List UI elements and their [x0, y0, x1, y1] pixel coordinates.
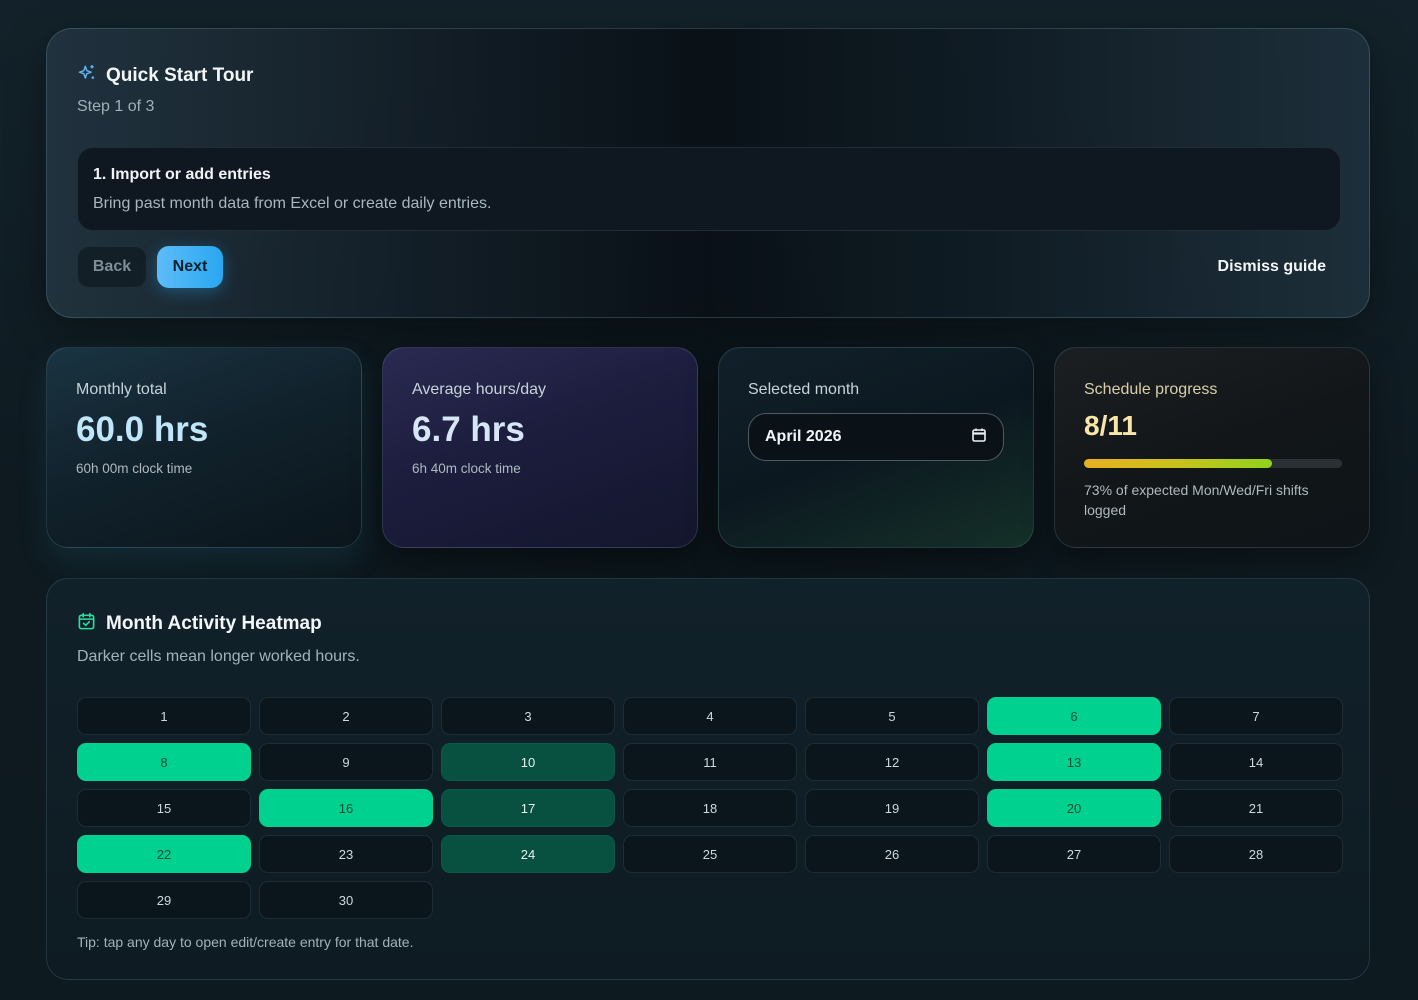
calendar-check-icon [77, 612, 96, 636]
heatmap-day-cell[interactable]: 28 [1169, 835, 1343, 873]
heatmap-day-cell[interactable]: 16 [259, 789, 433, 827]
heatmap-day-cell[interactable]: 27 [987, 835, 1161, 873]
heatmap-day-cell[interactable]: 23 [259, 835, 433, 873]
heatmap-day-cell[interactable]: 14 [1169, 743, 1343, 781]
heatmap-day-cell[interactable]: 1 [77, 697, 251, 735]
heatmap-day-cell[interactable]: 30 [259, 881, 433, 919]
heatmap-day-cell[interactable]: 13 [987, 743, 1161, 781]
step-title: 1. Import or add entries [93, 166, 271, 183]
heatmap-day-cell[interactable]: 10 [441, 743, 615, 781]
tour-header: Quick Start Tour [77, 63, 253, 88]
tour-step-indicator: Step 1 of 3 [77, 98, 155, 115]
monthly-total-label: Monthly total [76, 381, 167, 398]
heatmap-day-cell[interactable]: 15 [77, 789, 251, 827]
heatmap-day-cell[interactable]: 8 [77, 743, 251, 781]
calendar-icon[interactable] [971, 427, 987, 448]
month-picker-value: April 2026 [765, 428, 842, 445]
heatmap-day-cell[interactable]: 18 [623, 789, 797, 827]
average-hours-label: Average hours/day [412, 381, 547, 398]
month-picker[interactable]: April 2026 [748, 413, 1004, 461]
heatmap-day-cell[interactable]: 11 [623, 743, 797, 781]
schedule-progress-bar [1084, 459, 1342, 468]
heatmap-subtitle: Darker cells mean longer worked hours. [77, 648, 360, 665]
heatmap-day-cell[interactable]: 9 [259, 743, 433, 781]
sparkles-icon [77, 63, 97, 88]
schedule-progress-card: Schedule progress 8/11 73% of expected M… [1054, 347, 1370, 548]
schedule-progress-fill [1084, 459, 1273, 468]
quick-start-tour-panel: Quick Start Tour Step 1 of 3 1. Import o… [46, 28, 1370, 318]
heatmap-header: Month Activity Heatmap [77, 612, 322, 636]
heatmap-day-cell[interactable]: 7 [1169, 697, 1343, 735]
heatmap-day-cell[interactable]: 22 [77, 835, 251, 873]
heatmap-day-cell[interactable]: 12 [805, 743, 979, 781]
heatmap-day-cell[interactable]: 4 [623, 697, 797, 735]
heatmap-day-cell[interactable]: 25 [623, 835, 797, 873]
schedule-progress-label: Schedule progress [1084, 381, 1218, 398]
selected-month-card: Selected month April 2026 [718, 347, 1034, 548]
heatmap-grid: 1 2 3 4 5 6 7 8 9 10 11 12 13 14 15 16 17 18 19 20 21 22 23 24 2… [77, 697, 1343, 919]
average-hours-card: Average hours/day 6.7 hrs 6h 40m clock t… [382, 347, 698, 548]
next-button[interactable]: Next [157, 246, 223, 288]
heatmap-title: Month Activity Heatmap [106, 613, 322, 634]
average-hours-clock: 6h 40m clock time [412, 461, 521, 476]
tour-step-card: 1. Import or add entries Bring past mont… [77, 147, 1341, 231]
heatmap-day-cell[interactable]: 6 [987, 697, 1161, 735]
heatmap-day-cell[interactable]: 26 [805, 835, 979, 873]
monthly-total-value: 60.0 hrs [76, 410, 209, 449]
heatmap-day-cell[interactable]: 2 [259, 697, 433, 735]
average-hours-value: 6.7 hrs [412, 410, 525, 449]
selected-month-label: Selected month [748, 381, 860, 398]
monthly-total-clock: 60h 00m clock time [76, 461, 193, 476]
schedule-progress-value: 8/11 [1084, 410, 1137, 441]
heatmap-day-cell[interactable]: 21 [1169, 789, 1343, 827]
heatmap-day-cell[interactable]: 24 [441, 835, 615, 873]
heatmap-day-cell[interactable]: 20 [987, 789, 1161, 827]
schedule-progress-note: 73% of expected Mon/Wed/Fri shifts logge… [1084, 482, 1309, 518]
heatmap-tip: Tip: tap any day to open edit/create ent… [77, 934, 414, 950]
step-description: Bring past month data from Excel or crea… [93, 195, 492, 212]
month-activity-heatmap: Month Activity Heatmap Darker cells mean… [46, 578, 1370, 980]
back-button[interactable]: Back [77, 246, 147, 288]
dismiss-guide-button[interactable]: Dismiss guide [1218, 258, 1326, 276]
heatmap-day-cell[interactable]: 3 [441, 697, 615, 735]
heatmap-day-cell[interactable]: 19 [805, 789, 979, 827]
heatmap-day-cell[interactable]: 29 [77, 881, 251, 919]
heatmap-day-cell[interactable]: 17 [441, 789, 615, 827]
tour-title: Quick Start Tour [106, 64, 254, 86]
monthly-total-card: Monthly total 60.0 hrs 60h 00m clock tim… [46, 347, 362, 548]
heatmap-day-cell[interactable]: 5 [805, 697, 979, 735]
